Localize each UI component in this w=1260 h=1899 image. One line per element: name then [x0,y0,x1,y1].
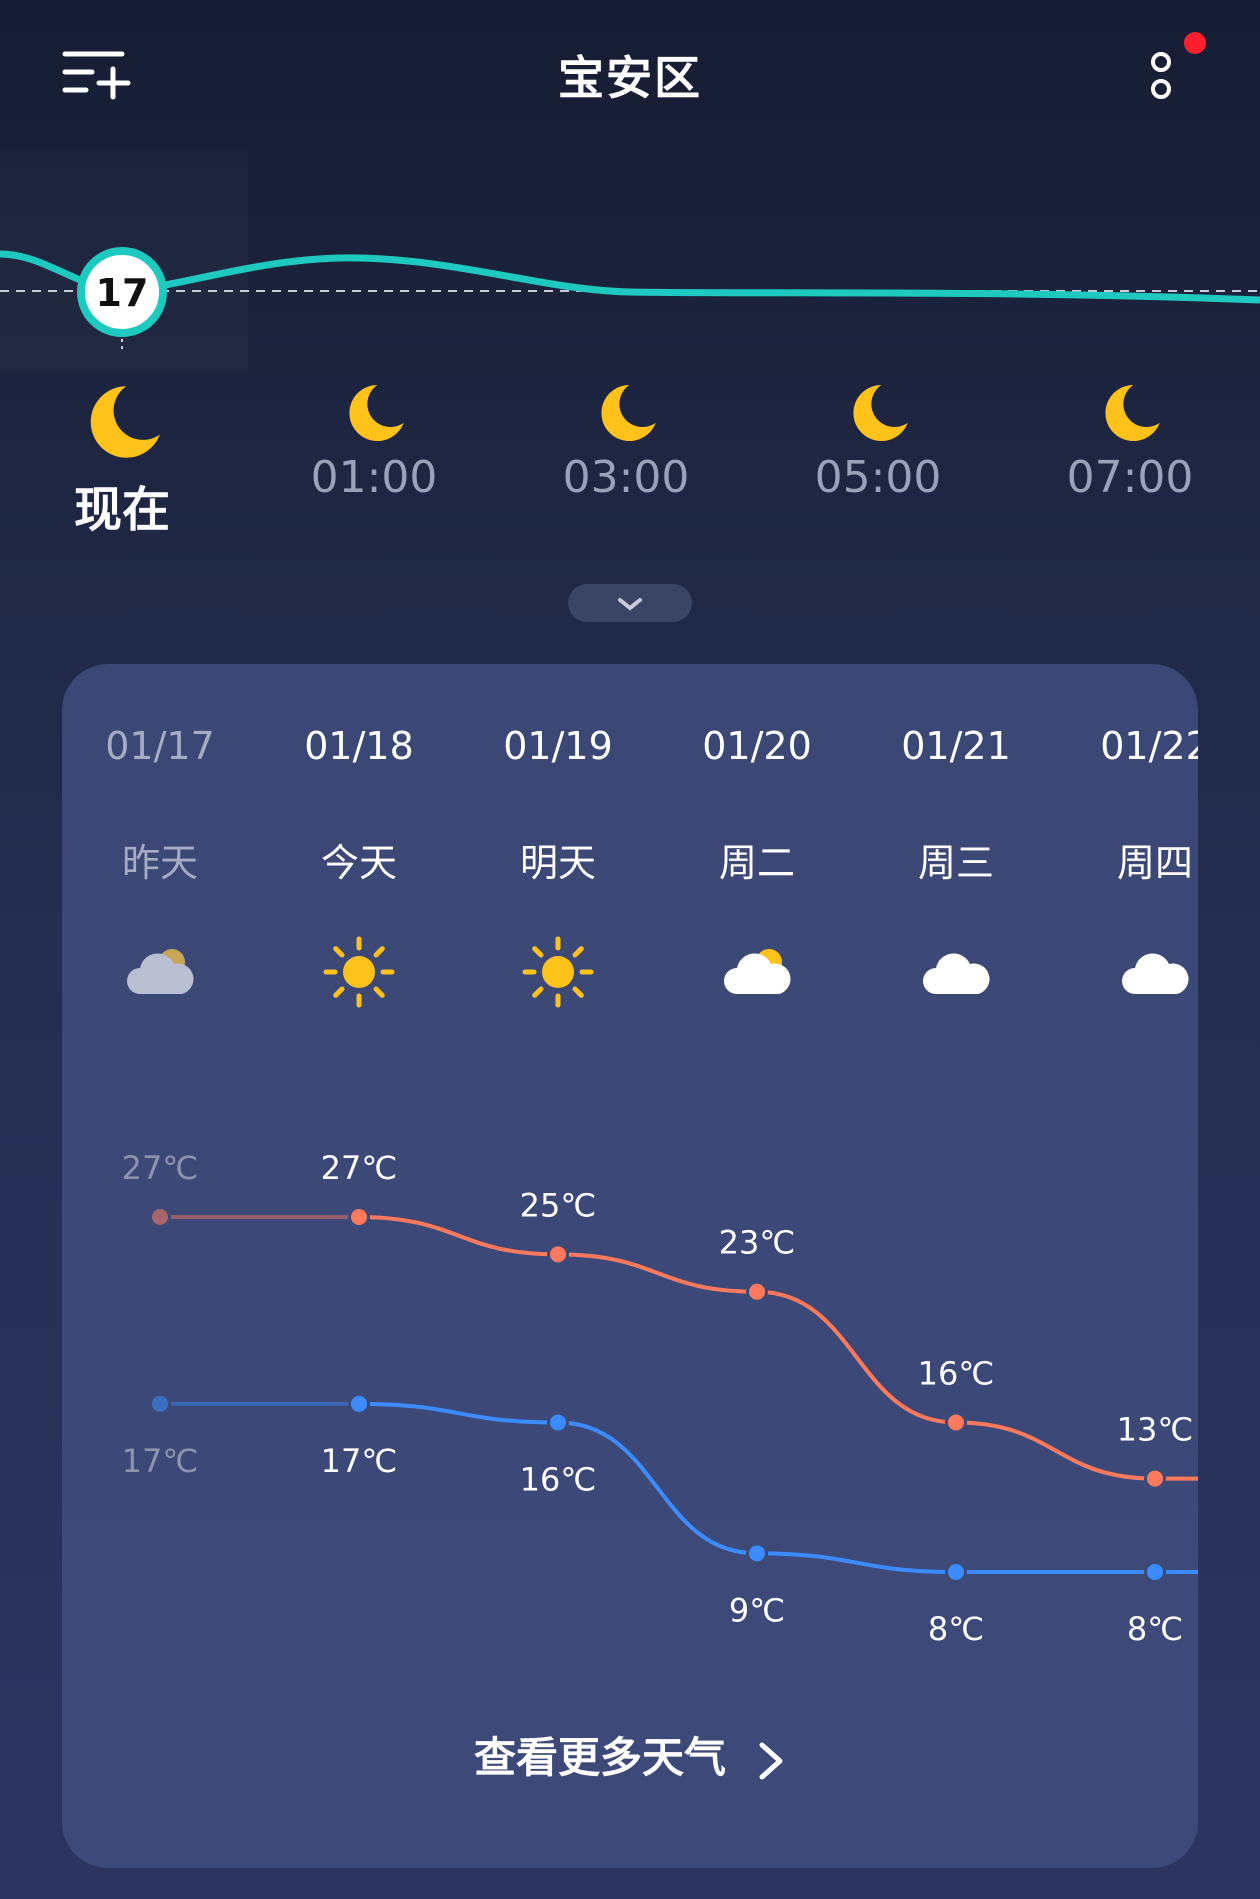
daily-forecast-card: 01/17 昨天 01/18 今天 01/19 明天 01/20 周二 01/2… [62,664,1198,1868]
moon-icon [853,384,908,442]
list-add-icon [62,51,131,100]
low-temp-label: 8℃ [928,1610,984,1648]
more-weather-link[interactable]: 查看更多天气 [62,1724,1198,1785]
high-temp-label: 16℃ [918,1355,995,1393]
chevron-right-icon [759,1742,783,1779]
high-temp-point [749,1283,765,1300]
hour-label: 03:00 [562,452,690,503]
daily-temperature-chart: 27℃ 27℃ 25℃ 23℃ 16℃ 13℃ 17℃ 17℃ 16℃ 9℃ 8℃ 8℃ [122,1149,1198,1648]
hour-item: 07:00 [1030,380,1230,503]
low-temp-label: 9℃ [729,1591,785,1629]
high-temp-label: 13℃ [1117,1411,1194,1449]
current-temp-value: 17 [96,271,149,315]
chevron-down-icon [618,598,642,611]
add-city-menu-button[interactable] [62,48,132,106]
low-temp-point [550,1414,566,1431]
low-temp-label: 17℃ [122,1442,199,1480]
moon-icon [601,384,656,442]
high-temp-label: 25℃ [520,1186,597,1224]
high-temp-point [550,1246,566,1263]
city-title: 宝安区 [558,51,702,105]
top-bar: 宝安区 [0,0,1260,150]
hour-item: 03:00 [526,380,726,503]
hour-label: 01:00 [310,452,438,503]
low-temp-point [948,1564,964,1580]
low-temp-label: 8℃ [1127,1610,1183,1648]
hour-item: 01:00 [274,380,474,503]
notification-badge [1184,32,1206,54]
more-dots-icon [1151,52,1171,99]
low-temp-point [749,1545,765,1562]
hour-item: 05:00 [778,380,978,503]
more-weather-label: 查看更多天气 [473,1733,726,1782]
high-temp-label: 27℃ [122,1149,199,1187]
hour-label: 07:00 [1066,452,1194,503]
hourly-forecast: 现在 01:00 03:00 05:00 07:00 [0,380,1260,550]
high-temp-label: 23℃ [719,1224,796,1262]
hour-label: 现在 [73,482,170,538]
high-temp-point [152,1209,168,1225]
hour-label: 05:00 [814,452,942,503]
low-temp-line [358,1401,1198,1575]
high-temp-point [351,1209,367,1225]
moon-icon [90,386,160,458]
moon-icon [349,384,404,442]
low-temp-point [351,1395,367,1412]
high-temp-point [948,1414,964,1431]
expand-toggle-button[interactable] [568,584,692,622]
more-options-button[interactable] [1140,48,1188,108]
low-temp-label: 16℃ [520,1461,597,1499]
low-temp-point [1147,1564,1163,1580]
low-temp-label: 17℃ [321,1442,398,1480]
hourly-temperature-curve: 17 [0,247,1260,350]
hour-item-now: 现在 [22,380,222,540]
moon-icon [1105,384,1160,442]
high-temp-point [1147,1470,1163,1487]
high-temp-label: 27℃ [321,1149,398,1187]
low-temp-point [152,1395,168,1412]
